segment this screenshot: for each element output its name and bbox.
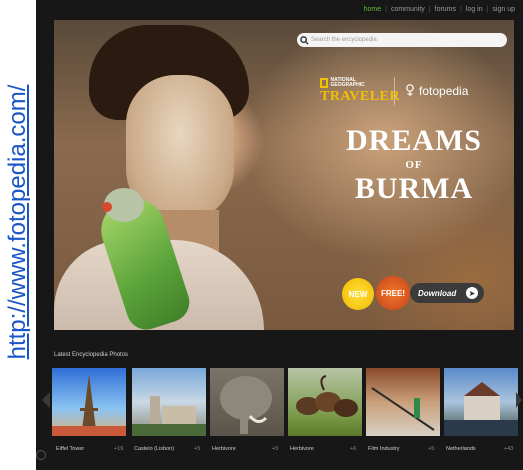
top-navigation: home | community | forums | log in | sign up [364, 6, 515, 13]
eiffel-tower-icon [52, 374, 126, 436]
fotopedia-homepage: home | community | forums | log in | sign up Sea… [36, 0, 523, 470]
caption-count[interactable]: +43 [504, 446, 513, 452]
hero-banner[interactable]: Search the encyclopedia NATIONAL GEOGRAP… [54, 20, 514, 330]
latest-photos-title: Latest Encyclopedia Photos [54, 352, 129, 358]
nav-separator: | [486, 6, 489, 13]
hero-title-line1: DREAMS [345, 124, 482, 157]
logo-divider [394, 77, 395, 105]
caption-label[interactable]: Herbivore [290, 446, 314, 452]
photo-thumb-film-industry[interactable] [366, 368, 440, 436]
nav-home[interactable]: home [364, 6, 382, 13]
ibex-herd-icon [296, 375, 358, 417]
photo-thumb-herbivore-elephant[interactable] [210, 368, 284, 436]
photo-thumb-eiffel-tower[interactable] [52, 368, 126, 436]
hero-title-line3: BURMA [354, 172, 474, 205]
traveler-wordmark: TRAVELER [320, 88, 400, 104]
search-icon[interactable] [297, 33, 311, 47]
caption-label[interactable]: Herbivore [212, 446, 236, 452]
free-badge: FREE! [376, 276, 410, 310]
canal-house-icon [444, 382, 518, 436]
caption-label[interactable]: Netherlands [446, 446, 476, 452]
nat-geo-frame-icon [320, 77, 328, 88]
fotopedia-icon [405, 83, 415, 100]
fotopedia-url-watermark: http://www.fotopedia.com/ [0, 0, 36, 470]
hero-photo-parrot-beak [102, 202, 112, 212]
fotopedia-logo[interactable]: fotopedia [405, 83, 468, 100]
search-input[interactable]: Search the encyclopedia [311, 37, 377, 43]
nav-sign-up[interactable]: sign up [492, 6, 515, 13]
nat-geo-label: NATIONAL GEOGRAPHIC [330, 76, 365, 88]
nav-log-in[interactable]: log in [466, 6, 483, 13]
caption-count[interactable]: +19 [114, 446, 123, 452]
nav-community[interactable]: community [391, 6, 425, 13]
caption-label[interactable]: Film Industry [368, 446, 399, 452]
arrow-right-icon: ➤ [466, 287, 478, 299]
hero-title-line2: OF [405, 159, 423, 171]
new-badge: NEW [342, 278, 374, 310]
nav-separator: | [428, 6, 431, 13]
nav-separator: | [460, 6, 462, 13]
hero-title: DREAMS OF BURMA [324, 125, 504, 205]
photo-thumb-castelo-lisbon[interactable] [132, 368, 206, 436]
film-set-icon [371, 387, 435, 431]
photo-captions: Eiffel Tower +19 Castelo (Lisbon) +5 Her… [36, 446, 523, 458]
nav-separator: | [385, 6, 387, 13]
caption-count[interactable]: +5 [194, 446, 200, 452]
caption-count[interactable]: +5 [272, 446, 278, 452]
caption-label[interactable]: Eiffel Tower [56, 446, 84, 452]
search-bar[interactable]: Search the encyclopedia [297, 33, 507, 47]
fotopedia-wordmark: fotopedia [419, 84, 469, 98]
national-geographic-traveler-logo[interactable]: NATIONAL GEOGRAPHIC TRAVELER [320, 76, 400, 105]
photo-carousel [36, 362, 523, 442]
circle-icon [36, 450, 46, 460]
nav-forums[interactable]: forums [435, 6, 456, 13]
caption-count[interactable]: +5 [428, 446, 434, 452]
carousel-next-icon[interactable] [516, 392, 522, 408]
caption-count[interactable]: +6 [350, 446, 356, 452]
elephant-icon [220, 376, 272, 434]
photo-thumb-herbivore-ibex[interactable] [288, 368, 362, 436]
download-label: Download [418, 288, 457, 298]
brand-logos: NATIONAL GEOGRAPHIC TRAVELER fotopedia [320, 77, 468, 105]
caption-label[interactable]: Castelo (Lisbon) [134, 446, 174, 452]
download-button[interactable]: Download ➤ [410, 283, 484, 303]
castle-icon [132, 396, 206, 436]
fotopedia-url-text[interactable]: http://www.fotopedia.com/ [4, 85, 32, 360]
photo-thumb-netherlands[interactable] [444, 368, 518, 436]
